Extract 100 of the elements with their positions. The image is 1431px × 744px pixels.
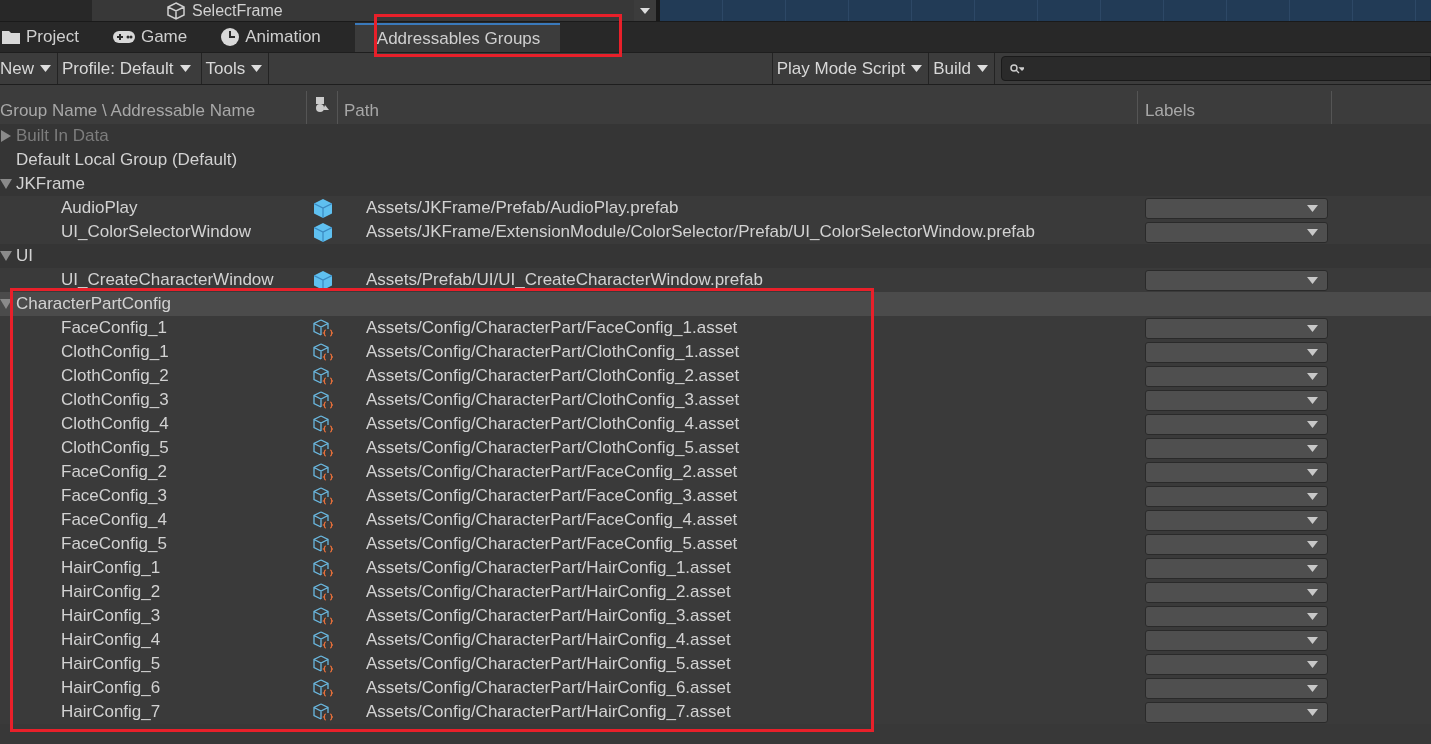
entry-name: HairConfig_4 xyxy=(60,630,162,650)
caret-icon xyxy=(1307,516,1318,524)
cube-braces-icon xyxy=(312,654,333,674)
labels-dropdown[interactable] xyxy=(1145,365,1328,387)
entry-name: AudioPlay xyxy=(60,198,139,218)
cube-braces-icon xyxy=(312,630,333,650)
entry-path: Assets/Config/CharacterPart/ClothConfig_4.asset xyxy=(365,414,741,434)
entry-name: ClothConfig_4 xyxy=(60,414,170,434)
caret-icon xyxy=(1307,396,1318,404)
entry-name: FaceConfig_3 xyxy=(60,486,168,506)
entry-name: HairConfig_2 xyxy=(60,582,162,602)
dropdown-button[interactable] xyxy=(634,0,656,21)
labels-dropdown[interactable] xyxy=(1145,485,1328,507)
labels-dropdown[interactable] xyxy=(1145,317,1328,339)
entry-name: HairConfig_6 xyxy=(60,678,162,698)
labels-dropdown[interactable] xyxy=(1145,269,1328,291)
entry-path: Assets/Config/CharacterPart/HairConfig_6.asset xyxy=(365,678,732,698)
cube-icon xyxy=(313,270,332,290)
labels-dropdown[interactable] xyxy=(1145,341,1328,363)
search-field[interactable] xyxy=(1001,56,1431,81)
entry-name: ClothConfig_2 xyxy=(60,366,170,386)
entry-name: FaceConfig_4 xyxy=(60,510,168,530)
hierarchy-row[interactable]: SelectFrame xyxy=(92,0,656,21)
caret-icon xyxy=(640,7,650,14)
entry-path: Assets/JKFrame/Prefab/AudioPlay.prefab xyxy=(365,198,680,218)
labels-dropdown[interactable] xyxy=(1145,629,1328,651)
cube-icon xyxy=(313,222,332,242)
caret-icon xyxy=(1307,444,1318,452)
group-name: JKFrame xyxy=(16,174,85,194)
labels-dropdown[interactable] xyxy=(1145,461,1328,483)
entry-path: Assets/Prefab/UI/UI_CreateCharacterWindow.prefab xyxy=(365,270,764,290)
entry-path: Assets/Config/CharacterPart/FaceConfig_5.asset xyxy=(365,534,739,554)
group-row[interactable]: CharacterPartConfig xyxy=(0,292,1431,316)
entry-path: Assets/Config/CharacterPart/HairConfig_5.asset xyxy=(365,654,732,674)
expand-arrow-icon[interactable] xyxy=(0,299,12,309)
toolbar-dropdown[interactable]: Tools xyxy=(201,53,270,84)
caret-icon xyxy=(1307,492,1318,500)
caret-icon xyxy=(1307,204,1318,212)
labels-dropdown[interactable] xyxy=(1145,653,1328,675)
entry-name: ClothConfig_5 xyxy=(60,438,170,458)
entry-name: ClothConfig_3 xyxy=(60,390,170,410)
labels-dropdown[interactable] xyxy=(1145,413,1328,435)
caret-icon xyxy=(1307,684,1318,692)
cube-braces-icon xyxy=(312,678,333,698)
entry-name: FaceConfig_5 xyxy=(60,534,168,554)
labels-dropdown[interactable] xyxy=(1145,557,1328,579)
expand-arrow-icon[interactable] xyxy=(0,251,12,261)
labels-dropdown[interactable] xyxy=(1145,581,1328,603)
toolbar-dropdown[interactable]: Play Mode Script xyxy=(772,53,930,84)
expand-arrow-icon[interactable] xyxy=(0,179,12,189)
entry-path: Assets/JKFrame/ExtensionModule/ColorSelector/Prefab/UI_ColorSelectorWindow.prefab xyxy=(365,222,1036,242)
cube-braces-icon xyxy=(312,342,333,362)
caret-icon xyxy=(1307,636,1318,644)
gamepad-icon xyxy=(112,31,135,43)
entry-path: Assets/Config/CharacterPart/ClothConfig_3.asset xyxy=(365,390,741,410)
labels-dropdown[interactable] xyxy=(1145,701,1328,723)
cube-braces-icon xyxy=(312,438,333,458)
labels-dropdown[interactable] xyxy=(1145,221,1328,243)
entry-name: FaceConfig_2 xyxy=(60,462,168,482)
entry-path: Assets/Config/CharacterPart/ClothConfig_5.asset xyxy=(365,438,741,458)
toolbar-dropdown[interactable]: New xyxy=(0,53,58,84)
labels-dropdown[interactable] xyxy=(1145,509,1328,531)
entry-path: Assets/Config/CharacterPart/HairConfig_3.asset xyxy=(365,606,732,626)
labels-dropdown[interactable] xyxy=(1145,437,1328,459)
caret-icon xyxy=(1307,468,1318,476)
labels-dropdown[interactable] xyxy=(1145,677,1328,699)
cube-braces-icon xyxy=(312,462,333,482)
toolbar-dropdown[interactable]: Profile: Default xyxy=(58,53,202,84)
search-icon xyxy=(1010,63,1024,74)
caret-icon xyxy=(1307,228,1318,236)
tab[interactable]: Addressables Groups xyxy=(354,23,561,52)
cube-braces-icon xyxy=(312,366,333,386)
labels-dropdown[interactable] xyxy=(1145,605,1328,627)
caret-icon xyxy=(1307,612,1318,620)
labels-dropdown[interactable] xyxy=(1145,197,1328,219)
entry-path: Assets/Config/CharacterPart/HairConfig_1.asset xyxy=(365,558,732,578)
cube-braces-icon xyxy=(312,414,333,434)
folder-icon xyxy=(2,30,20,44)
group-name: UI xyxy=(16,246,33,266)
tab[interactable]: Animation xyxy=(221,22,355,52)
labels-dropdown[interactable] xyxy=(1145,533,1328,555)
tab[interactable]: Project xyxy=(0,22,113,52)
caret-icon xyxy=(40,65,51,72)
labels-dropdown[interactable] xyxy=(1145,389,1328,411)
entry-name: ClothConfig_1 xyxy=(60,342,170,362)
caret-icon xyxy=(1307,276,1318,284)
entry-path: Assets/Config/CharacterPart/FaceConfig_1.asset xyxy=(365,318,739,338)
toolbar-dropdown[interactable]: Build xyxy=(929,53,995,84)
tab[interactable]: Game xyxy=(112,22,222,52)
cube-braces-icon xyxy=(312,318,333,338)
clock-icon xyxy=(221,28,240,46)
caret-icon xyxy=(1307,660,1318,668)
entry-name: FaceConfig_1 xyxy=(60,318,168,338)
cube-braces-icon xyxy=(312,606,333,626)
entry-path: Assets/Config/CharacterPart/ClothConfig_1.asset xyxy=(365,342,741,362)
caret-icon xyxy=(1307,420,1318,428)
entry-path: Assets/Config/CharacterPart/FaceConfig_4.asset xyxy=(365,510,739,530)
entry-path: Assets/Config/CharacterPart/FaceConfig_2.asset xyxy=(365,462,739,482)
caret-icon xyxy=(977,65,988,72)
entry-path: Assets/Config/CharacterPart/HairConfig_7.asset xyxy=(365,702,732,722)
